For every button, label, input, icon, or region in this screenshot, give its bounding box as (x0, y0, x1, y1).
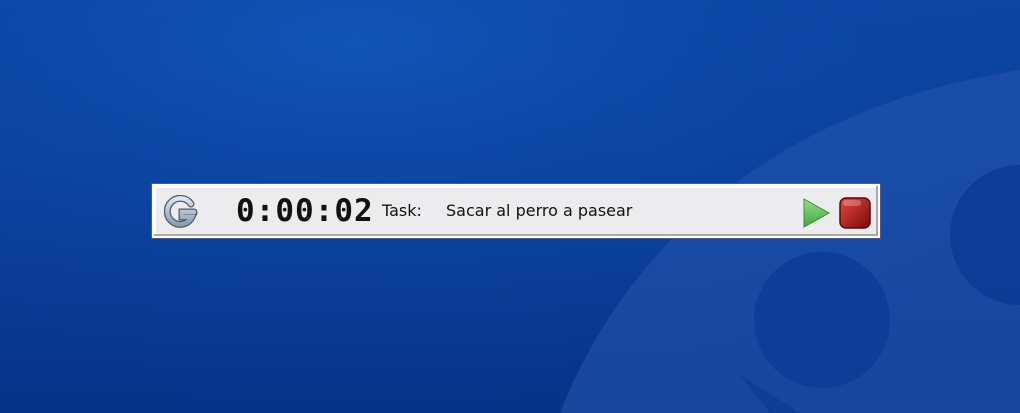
play-icon (803, 198, 831, 228)
task-name-field[interactable]: Sacar al perro a pasear (446, 201, 632, 221)
play-button[interactable] (801, 197, 831, 229)
stop-button[interactable] (838, 196, 872, 230)
elapsed-time-display: 0:00:02 (236, 193, 374, 229)
task-label: Task: (382, 201, 422, 220)
timer-toolbar: 0:00:02 Task: Sacar al perro a pasear (152, 184, 880, 238)
timer-toolbar-body: 0:00:02 Task: Sacar al perro a pasear (156, 188, 876, 234)
g-logo-icon[interactable] (164, 195, 198, 229)
